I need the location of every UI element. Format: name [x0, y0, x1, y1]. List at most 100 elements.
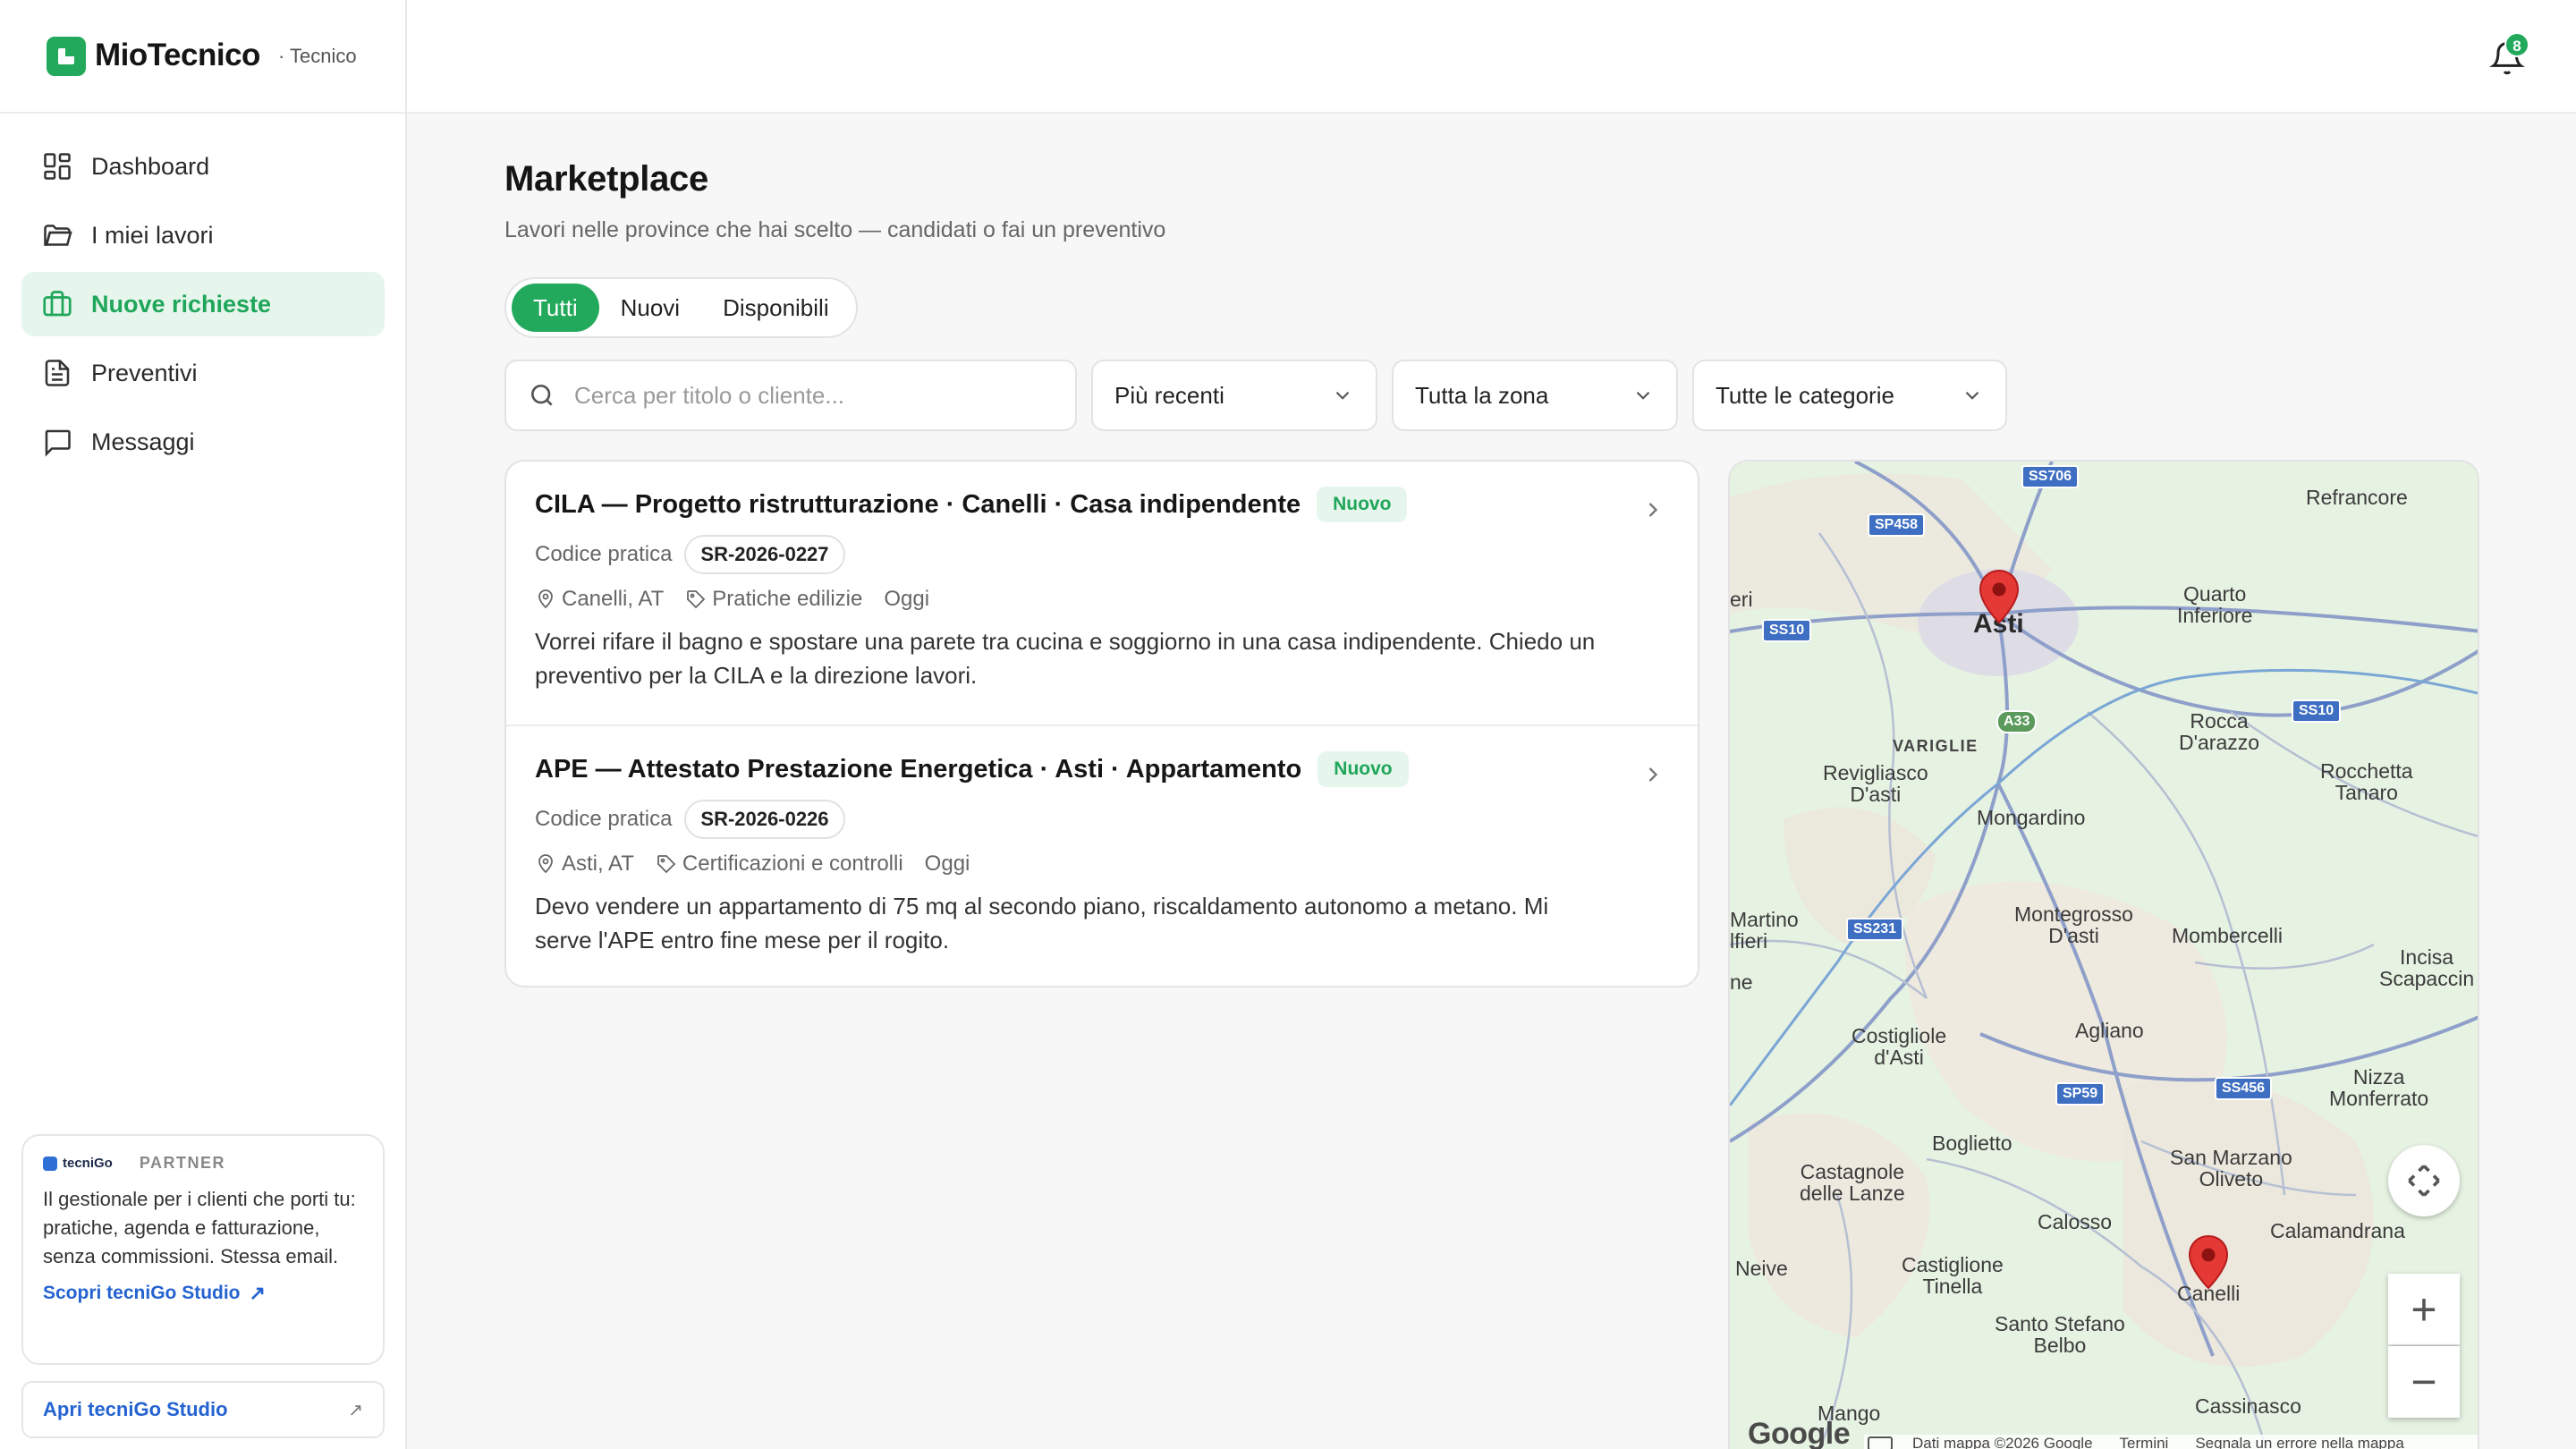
minus-icon: −: [2411, 1357, 2437, 1407]
place-label: Castagnole delle Lanze: [1800, 1160, 1905, 1205]
road-shield: A33: [1996, 710, 2038, 733]
job-date: Oggi: [924, 852, 970, 876]
discover-tecnigo-link[interactable]: Scopri tecniGo Studio ↗: [43, 1282, 363, 1305]
location-pin-icon: [535, 589, 556, 610]
job-category: Pratiche edilizie: [712, 587, 863, 611]
place-label: Santo Stefano Belbo: [1995, 1312, 2125, 1357]
open-tecnigo-studio-button[interactable]: Apri tecniGo Studio ↗: [21, 1381, 385, 1438]
tag-icon: [685, 589, 707, 610]
job-list: CILA — Progetto ristrutturazione · Canel…: [504, 460, 1699, 987]
zoom-out-button[interactable]: −: [2388, 1346, 2460, 1418]
road-shield: SS10: [1762, 619, 1812, 642]
filter-tabs: Tutti Nuovi Disponibili: [504, 277, 858, 338]
place-label: VARIGLIE: [1893, 737, 1979, 755]
tecnigo-logo: tecniGo: [43, 1156, 113, 1171]
place-label: Refrancore: [2306, 486, 2408, 509]
place-label: Incisa Scapaccin: [2379, 945, 2475, 990]
plus-icon: +: [2411, 1284, 2437, 1335]
place-label: Boglietto: [1932, 1131, 2012, 1155]
external-arrow-icon: ↗: [249, 1282, 266, 1304]
page-subtitle: Lavori nelle province che hai scelto — c…: [504, 217, 1166, 242]
tab-all[interactable]: Tutti: [512, 284, 599, 332]
sidebar-item-dashboard[interactable]: Dashboard: [21, 134, 385, 199]
place-label: Cassinasco: [2195, 1394, 2301, 1418]
chevron-down-icon: [1631, 384, 1655, 407]
sidebar-item-quotes[interactable]: Preventivi: [21, 341, 385, 405]
place-label: Nizza Monferrato: [2329, 1065, 2429, 1110]
place-label: Calamandrana: [2270, 1219, 2405, 1242]
sidebar-item-label: Preventivi: [91, 359, 198, 386]
code-label: Codice pratica: [535, 542, 673, 566]
status-badge: Nuovo: [1317, 487, 1408, 522]
place-label: Rocchetta Tanaro: [2320, 759, 2413, 804]
place-label: Martino lfieri: [1730, 908, 1799, 953]
search-input[interactable]: [574, 381, 1039, 410]
job-card[interactable]: CILA — Progetto ristrutturazione · Canel…: [506, 462, 1698, 724]
google-logo: Google: [1748, 1417, 1851, 1449]
zoom-in-button[interactable]: +: [2388, 1274, 2460, 1345]
partner-card: tecniGo PARTNER Il gestionale per i clie…: [21, 1134, 385, 1365]
code-pill: SR-2026-0226: [684, 800, 845, 839]
map-attribution: Dati mappa ©2026 Google Termini Segnala …: [1864, 1435, 2478, 1449]
pan-arrows-icon: [2408, 1165, 2440, 1197]
place-label: Castiglione Tinella: [1902, 1253, 2004, 1298]
external-arrow-icon: ↗: [348, 1400, 363, 1420]
partner-tag: PARTNER: [139, 1154, 226, 1172]
chevron-down-icon: [1331, 384, 1354, 407]
sidebar-item-label: Messaggi: [91, 428, 195, 455]
place-label: Montegrosso D'asti: [2014, 902, 2133, 947]
keyboard-shortcuts-icon[interactable]: [1868, 1436, 1893, 1449]
place-label: Calosso: [2038, 1210, 2113, 1233]
road-shield: SP59: [2055, 1082, 2106, 1106]
sidebar-item-label: I miei lavori: [91, 221, 214, 249]
brand-name: MioTecnico: [95, 38, 260, 72]
tag-icon: [656, 853, 677, 875]
status-badge: Nuovo: [1318, 751, 1409, 787]
sort-select[interactable]: Più recenti: [1091, 360, 1377, 431]
sidebar-nav: Dashboard I miei lavori Nuove richieste …: [21, 134, 385, 479]
category-select[interactable]: Tutte le categorie: [1692, 360, 2007, 431]
logo-icon: [47, 37, 86, 76]
place-label: Revigliasco D'asti: [1823, 761, 1928, 806]
place-label: Rocca D'arazzo: [2179, 709, 2260, 754]
road-shield: SS456: [2215, 1077, 2273, 1100]
search-box: [504, 360, 1077, 431]
sidebar: MioTecnico · Tecnico Dashboard I miei la…: [0, 0, 407, 1449]
folder-icon: [41, 219, 73, 251]
road-shield: SS706: [2021, 465, 2080, 488]
map-pin-canelli[interactable]: [2188, 1234, 2229, 1290]
partner-text: Il gestionale per i clienti che porti tu…: [43, 1188, 356, 1267]
sidebar-item-my-jobs[interactable]: I miei lavori: [21, 203, 385, 267]
chevron-down-icon: [1961, 384, 1984, 407]
chevron-right-icon: [1640, 497, 1665, 522]
sidebar-item-new-requests[interactable]: Nuove richieste: [21, 272, 385, 336]
sidebar-item-messages[interactable]: Messaggi: [21, 410, 385, 474]
place-label: Neive: [1735, 1257, 1788, 1280]
jobs-map[interactable]: Refrancore Quarto Inferiore Asti eri VAR…: [1728, 460, 2479, 1449]
job-title: APE — Attestato Prestazione Energetica ·…: [535, 754, 1302, 784]
sidebar-item-label: Nuove richieste: [91, 290, 272, 318]
map-pan-control[interactable]: [2388, 1145, 2460, 1216]
job-description: Devo vendere un appartamento di 75 mq al…: [535, 893, 1549, 953]
job-category: Certificazioni e controlli: [682, 852, 903, 876]
tab-available[interactable]: Disponibili: [701, 284, 851, 332]
zone-select[interactable]: Tutta la zona: [1392, 360, 1678, 431]
chat-icon: [41, 426, 73, 458]
job-card[interactable]: APE — Attestato Prestazione Energetica ·…: [506, 724, 1698, 986]
road-shield: SP458: [1868, 513, 1926, 537]
road-shield: SS10: [2292, 699, 2342, 723]
map-pin-asti[interactable]: [1979, 569, 2020, 624]
map-report-link[interactable]: Segnala un errore nella mappa: [2195, 1435, 2403, 1449]
chevron-right-icon: [1640, 762, 1665, 787]
dashboard-icon: [41, 150, 73, 182]
brand: MioTecnico · Tecnico: [0, 0, 405, 114]
road-shield: SS231: [1846, 918, 1904, 941]
document-icon: [41, 357, 73, 389]
search-icon: [528, 381, 556, 410]
map-data-credit: Dati mappa ©2026 Google: [1912, 1435, 2093, 1449]
brand-role: · Tecnico: [278, 45, 357, 67]
tab-new[interactable]: Nuovi: [599, 284, 701, 332]
map-terms-link[interactable]: Termini: [2120, 1435, 2169, 1449]
page-title: Marketplace: [504, 159, 708, 199]
job-location: Canelli, AT: [562, 587, 665, 611]
